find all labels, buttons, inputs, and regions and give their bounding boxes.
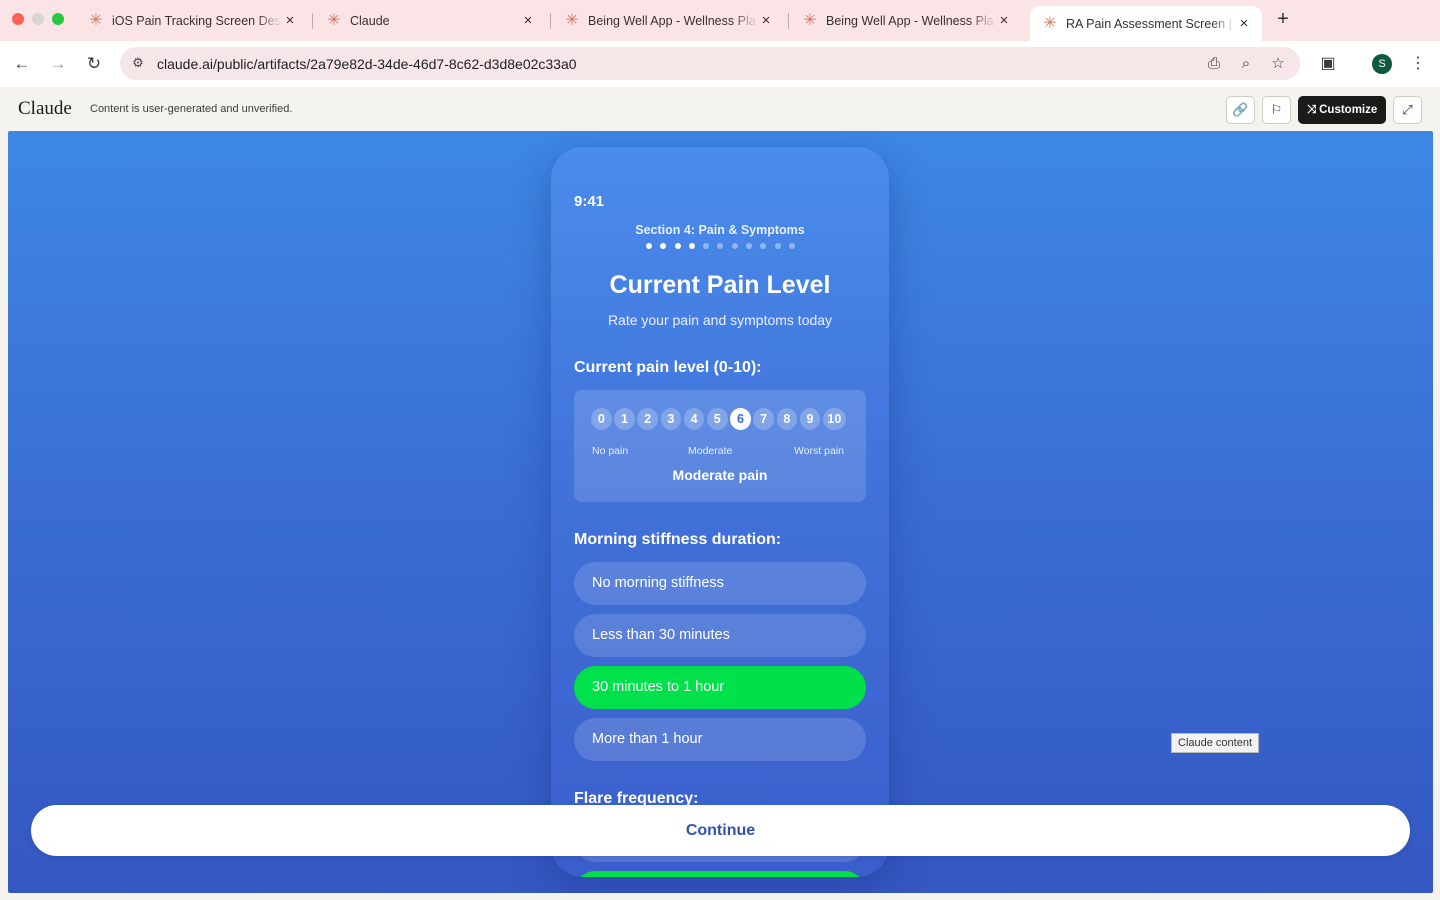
browser-tab-5-active[interactable]: ✳ RA Pain Assessment Screen | × xyxy=(1030,6,1262,41)
close-tab-icon[interactable]: × xyxy=(282,12,298,29)
browser-tab-2[interactable]: ✳ Claude × xyxy=(314,0,546,41)
progress-dot xyxy=(731,243,738,249)
copy-link-icon[interactable]: 🔗 xyxy=(1226,96,1255,124)
pain-scale-button-2[interactable]: 2 xyxy=(637,408,658,430)
bookmark-star-icon[interactable]: ☆ xyxy=(1268,54,1288,74)
tab-search-icon[interactable]: ▣ xyxy=(1316,52,1340,76)
site-settings-icon[interactable]: ⚙ xyxy=(130,55,146,71)
new-tab-button[interactable]: + xyxy=(1272,9,1294,31)
tab-title: iOS Pain Tracking Screen Des xyxy=(112,13,281,28)
browser-menu-icon[interactable]: ⋮ xyxy=(1406,52,1430,76)
status-bar-time: 9:41 xyxy=(574,193,605,210)
scale-label-mid: Moderate xyxy=(688,445,733,457)
section-label: Section 4: Pain & Symptoms xyxy=(635,223,805,237)
minimize-window-button[interactable] xyxy=(32,13,44,25)
fullscreen-icon[interactable]: ⤢ xyxy=(1393,96,1422,124)
pain-question-label: Current pain level (0-10): xyxy=(574,359,762,376)
customize-label: Customize xyxy=(1319,104,1378,116)
progress-dot xyxy=(717,243,724,249)
customize-button[interactable]: ⤨ Customize xyxy=(1298,96,1386,124)
disclaimer-text: Content is user-generated and unverified… xyxy=(90,103,293,115)
maximize-window-button[interactable] xyxy=(52,13,64,25)
claude-favicon-icon: ✳ xyxy=(89,11,103,29)
close-tab-icon[interactable]: × xyxy=(520,12,536,29)
claude-logo[interactable]: Claude xyxy=(18,98,72,120)
browser-tab-4[interactable]: ✳ Being Well App - Wellness Pla × xyxy=(790,0,1022,41)
progress-dot xyxy=(703,243,710,249)
pain-scale-button-3[interactable]: 3 xyxy=(660,408,682,430)
progress-dot xyxy=(688,243,695,249)
progress-dots xyxy=(646,243,795,249)
pain-description: Moderate pain xyxy=(672,467,768,483)
progress-dot xyxy=(660,243,667,249)
progress-dot xyxy=(774,243,781,249)
progress-dot xyxy=(674,243,681,249)
stiffness-option-30-to-60[interactable]: 30 minutes to 1 hour xyxy=(574,666,866,709)
browser-toolbar: ← → ↻ ⚙ claude.ai/public/artifacts/2a79e… xyxy=(0,41,1440,87)
pain-scale-button-5[interactable]: 5 xyxy=(706,408,728,430)
progress-dot xyxy=(760,243,767,249)
progress-dot xyxy=(788,243,795,249)
claude-artifact-header: Claude Content is user-generated and unv… xyxy=(0,87,1440,131)
phone-frame: 9:41 Section 4: Pain & Symptoms Current … xyxy=(551,147,889,877)
close-tab-icon[interactable]: × xyxy=(1236,15,1252,32)
flare-option-selected[interactable] xyxy=(574,871,866,877)
tab-title: Claude xyxy=(350,13,390,28)
back-arrow-icon[interactable]: ← xyxy=(10,52,34,76)
browser-tab-1[interactable]: ✳ iOS Pain Tracking Screen Des × xyxy=(76,0,308,41)
stiffness-question-label: Morning stiffness duration: xyxy=(574,531,782,548)
stiffness-option-none[interactable]: No morning stiffness xyxy=(574,562,866,605)
url-text[interactable]: claude.ai/public/artifacts/2a79e82d-34de… xyxy=(157,56,577,72)
claude-favicon-icon: ✳ xyxy=(1043,14,1057,32)
stiffness-option-over-1-hour[interactable]: More than 1 hour xyxy=(574,718,866,761)
pain-scale-button-4[interactable]: 4 xyxy=(683,408,705,430)
claude-favicon-icon: ✳ xyxy=(327,11,341,29)
pain-scale-button-7[interactable]: 7 xyxy=(753,408,774,430)
pain-scale-button-6[interactable]: 6 xyxy=(730,408,751,430)
stiffness-option-under-30[interactable]: Less than 30 minutes xyxy=(574,614,866,657)
pain-scale-button-0[interactable]: 0 xyxy=(591,408,612,430)
close-tab-icon[interactable]: × xyxy=(758,12,774,29)
address-bar[interactable]: ⚙ claude.ai/public/artifacts/2a79e82d-34… xyxy=(120,47,1300,80)
tab-title: Being Well App - Wellness Pla xyxy=(826,13,994,28)
browser-tab-strip: ✳ iOS Pain Tracking Screen Des × ✳ Claud… xyxy=(0,0,1440,41)
tab-separator xyxy=(312,13,313,29)
pain-scale-card: 0 1 2 3 4 5 6 7 8 9 10 No pain Moderate Worst pain… xyxy=(574,390,866,502)
pain-scale: 0 1 2 3 4 5 6 7 8 9 10 xyxy=(591,408,846,430)
pain-scale-button-1[interactable]: 1 xyxy=(614,408,635,430)
zoom-icon[interactable]: ⌕ xyxy=(1236,54,1256,74)
progress-dot xyxy=(646,243,652,249)
close-tab-icon[interactable]: × xyxy=(996,12,1012,29)
profile-avatar[interactable]: S xyxy=(1372,54,1392,74)
reload-icon[interactable]: ↻ xyxy=(82,52,106,76)
claude-favicon-icon: ✳ xyxy=(803,11,817,29)
tab-separator xyxy=(550,13,551,29)
forward-arrow-icon[interactable]: → xyxy=(46,52,70,76)
continue-button[interactable]: Continue xyxy=(31,805,1410,856)
tab-separator xyxy=(788,13,789,29)
report-flag-icon[interactable]: ⚐ xyxy=(1262,96,1291,124)
pain-scale-button-10[interactable]: 10 xyxy=(822,408,846,430)
tooltip: Claude content xyxy=(1171,733,1259,753)
tab-title: RA Pain Assessment Screen | xyxy=(1066,16,1232,31)
page-title: Current Pain Level xyxy=(609,271,831,299)
browser-tab-3[interactable]: ✳ Being Well App - Wellness Pla × xyxy=(552,0,784,41)
pain-scale-button-9[interactable]: 9 xyxy=(799,408,821,430)
close-window-button[interactable] xyxy=(12,13,24,25)
progress-dot xyxy=(746,243,753,249)
shuffle-icon: ⤨ xyxy=(1306,104,1320,116)
tab-title: Being Well App - Wellness Pla xyxy=(588,13,756,28)
claude-favicon-icon: ✳ xyxy=(565,11,579,29)
scale-label-low: No pain xyxy=(592,445,629,457)
install-app-icon[interactable]: ⎙ xyxy=(1204,54,1224,74)
pain-scale-button-8[interactable]: 8 xyxy=(776,408,798,430)
scale-label-high: Worst pain xyxy=(794,445,844,457)
page-subtitle: Rate your pain and symptoms today xyxy=(607,312,833,328)
artifact-canvas: 9:41 Section 4: Pain & Symptoms Current … xyxy=(8,131,1433,893)
